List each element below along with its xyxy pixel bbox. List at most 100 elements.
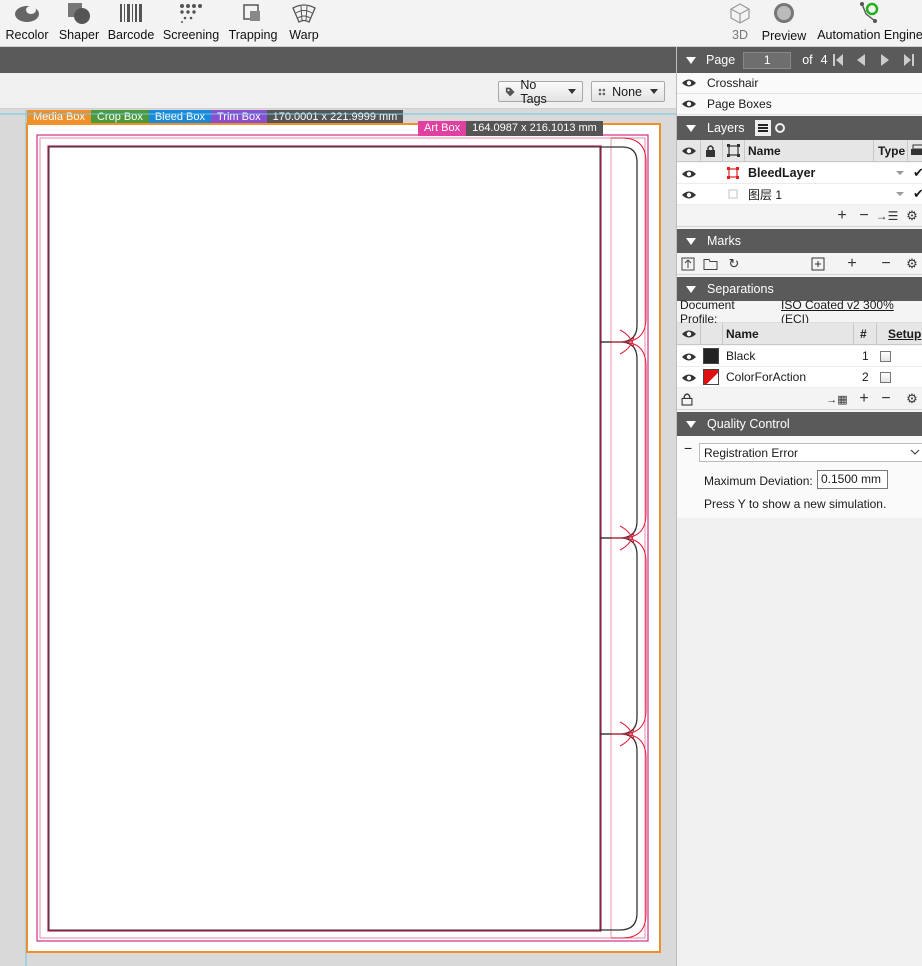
page-number-input[interactable]: 1 [743, 51, 792, 69]
separation-setup-column[interactable]: Setup [888, 323, 921, 344]
document-canvas[interactable]: Media Box Crop Box Bleed Box Trim Box 17… [0, 110, 676, 966]
barcode-icon [113, 0, 149, 26]
shaper-tool[interactable]: Shaper [58, 0, 100, 47]
automation-engine-tool[interactable]: Automation Engine [817, 0, 922, 47]
tag-icon [505, 87, 515, 96]
page-total: 4 [820, 53, 828, 67]
layer-type-column[interactable]: Type [878, 140, 905, 161]
layers-header[interactable]: Layers [677, 116, 922, 140]
collapse-icon[interactable] [686, 124, 696, 132]
max-deviation-label: Maximum Deviation: [704, 474, 813, 488]
refresh-icon[interactable]: ↻ [727, 255, 741, 273]
layers-title: Layers [707, 121, 745, 135]
crosshair-row[interactable]: Crosshair [677, 73, 922, 94]
setup-checkbox[interactable] [880, 372, 891, 383]
check-icon[interactable]: ✔ [913, 165, 922, 181]
screening-tool[interactable]: Screening [163, 0, 219, 47]
layers-list-view-icon[interactable] [754, 120, 771, 136]
page-label: Page [706, 53, 736, 67]
quality-control-title: Quality Control [707, 417, 790, 431]
max-deviation-input[interactable]: 0.1500 mm [817, 470, 888, 489]
gear-icon[interactable]: ⚙ [903, 207, 921, 225]
table-row[interactable]: Black 1 [677, 346, 922, 367]
eye-icon[interactable] [681, 373, 697, 383]
filter-dropdown[interactable]: None [591, 81, 665, 102]
tool-label: Barcode [107, 28, 155, 42]
quality-control-body: − Registration Error Maximum Deviation: … [677, 436, 922, 518]
tag-filter-row: No Tags None [0, 73, 676, 109]
qc-check-dropdown[interactable]: Registration Error [699, 443, 922, 462]
tags-dropdown[interactable]: No Tags [498, 78, 583, 106]
check-icon[interactable]: ✔ [913, 186, 922, 202]
color-swatch [703, 348, 719, 364]
last-page-icon[interactable] [903, 53, 915, 67]
warp-tool[interactable]: Warp [286, 0, 322, 47]
screening-icon [173, 0, 209, 26]
add-layer-button[interactable]: + [835, 207, 849, 225]
recolor-tool[interactable]: Recolor [5, 0, 49, 47]
tool-label: Recolor [5, 28, 49, 42]
table-row[interactable]: BleedLayer ✔ [677, 163, 922, 184]
page-boxes-row[interactable]: Page Boxes [677, 94, 922, 115]
setup-checkbox[interactable] [880, 351, 891, 362]
page-navigator: Page 1 of 4 [677, 47, 922, 73]
add-mark-icon[interactable] [810, 255, 826, 273]
warp-icon [286, 0, 322, 26]
layer-name-column[interactable]: Name [748, 140, 781, 161]
chevron-down-icon [650, 89, 658, 94]
lock-icon [706, 145, 715, 157]
filter-dropdown-label: None [612, 84, 642, 99]
table-row[interactable]: 图层 1 ✔ [677, 184, 922, 205]
tags-dropdown-label: No Tags [520, 77, 547, 106]
art-box-tab[interactable]: Art Box [418, 121, 467, 136]
document-profile-link[interactable]: ISO Coated v2 300% (ECI) [781, 298, 922, 326]
preview-tool[interactable]: Preview [762, 0, 806, 47]
eye-icon[interactable] [681, 99, 697, 109]
printer-icon [911, 144, 922, 155]
add-button[interactable]: + [845, 255, 859, 273]
chevron-down-icon[interactable] [896, 192, 904, 196]
next-page-icon[interactable] [879, 53, 891, 67]
marks-header[interactable]: Marks [677, 229, 922, 253]
import-icon[interactable] [681, 255, 695, 273]
separation-name-column[interactable]: Name [726, 323, 759, 344]
eye-icon[interactable] [681, 352, 697, 362]
collapse-icon[interactable] [686, 237, 696, 245]
eye-icon[interactable] [681, 169, 697, 179]
add-to-swatches-icon[interactable]: →▦ [825, 390, 849, 408]
first-page-icon[interactable] [832, 53, 844, 67]
trapping-tool[interactable]: Trapping [229, 0, 277, 47]
lock-icon[interactable] [681, 390, 693, 408]
gear-icon[interactable]: ⚙ [903, 390, 921, 408]
document-header-bar [0, 47, 676, 73]
separation-number-column[interactable]: # [860, 323, 867, 344]
table-row[interactable]: ColorForAction 2 [677, 367, 922, 388]
3d-tool[interactable]: 3D [724, 0, 756, 47]
tool-label: Trapping [228, 28, 278, 42]
prev-page-icon[interactable] [855, 53, 867, 67]
art-box-size: 164.0987 x 216.1013 mm [466, 121, 603, 136]
collapse-check-icon[interactable]: − [684, 440, 692, 456]
collapse-icon[interactable] [686, 285, 696, 293]
eye-icon[interactable] [681, 190, 697, 200]
remove-layer-button[interactable]: − [857, 207, 871, 225]
add-separation-button[interactable]: + [857, 390, 871, 408]
media-box-outline [26, 123, 661, 953]
collapse-icon[interactable] [686, 420, 696, 428]
barcode-tool[interactable]: Barcode [108, 0, 154, 47]
chevron-down-icon[interactable] [896, 171, 904, 175]
quality-control-header[interactable]: Quality Control [677, 412, 922, 436]
remove-button[interactable]: − [879, 255, 893, 273]
automation-engine-icon [852, 0, 888, 26]
gear-icon[interactable]: ⚙ [903, 255, 921, 273]
document-profile-row: Document Profile: ISO Coated v2 300% (EC… [677, 298, 922, 326]
folder-icon[interactable] [703, 255, 718, 273]
layers-circle-view-icon[interactable] [774, 123, 785, 133]
chevron-down-icon [910, 449, 920, 455]
collapse-icon[interactable] [686, 56, 696, 64]
trapping-icon [235, 0, 271, 26]
remove-separation-button[interactable]: − [879, 390, 893, 408]
separation-number: 2 [862, 370, 869, 384]
move-to-layer-icon[interactable]: →☰ [876, 207, 899, 225]
eye-icon[interactable] [681, 78, 697, 88]
